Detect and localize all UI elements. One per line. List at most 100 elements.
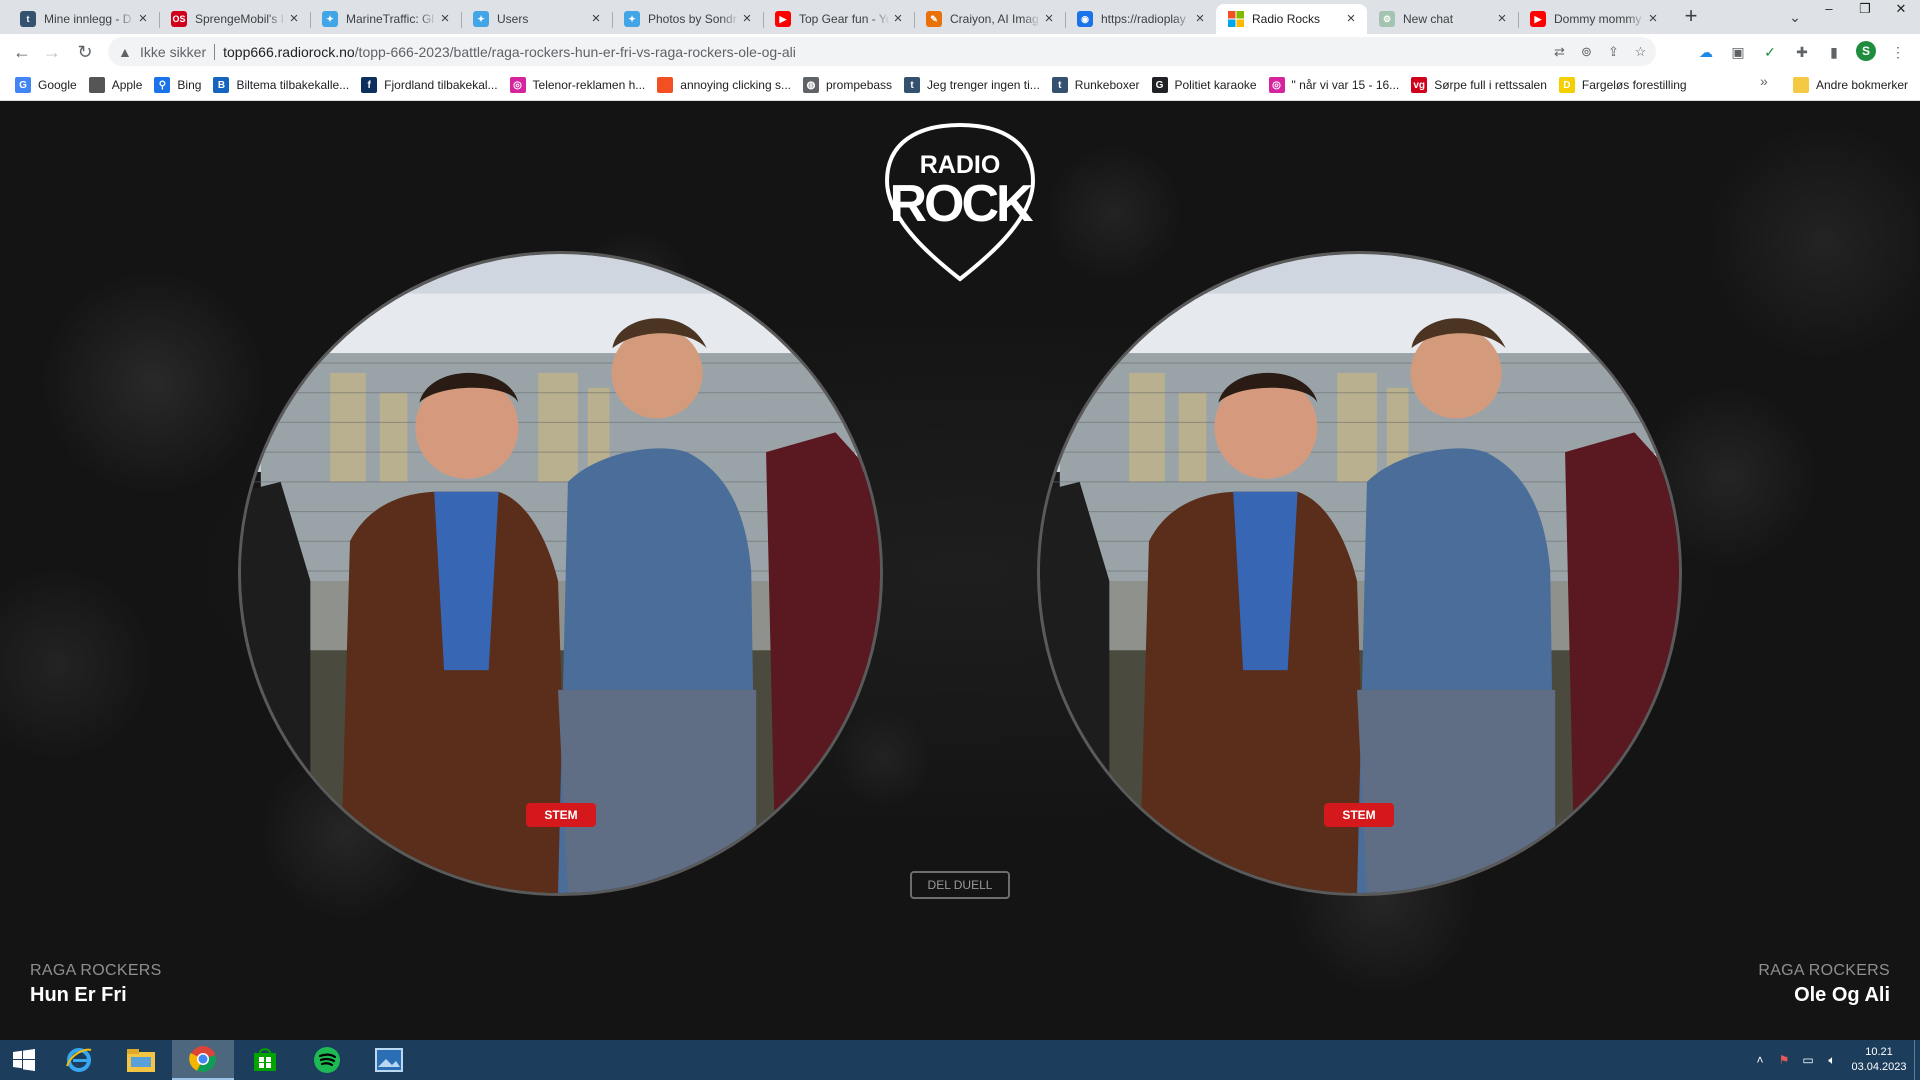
tumblr-icon: t <box>1051 77 1068 93</box>
bookmark-item[interactable]: ◎ Telenor-reklamen h... <box>508 73 652 97</box>
bookmark-label: Runkeboxer <box>1074 78 1140 92</box>
tab-close-icon[interactable]: × <box>1343 11 1359 27</box>
bookmark-item[interactable]: ◍ prompebass <box>801 73 898 97</box>
bookmark-label: Fargeløs forestilling <box>1581 78 1687 92</box>
back-icon[interactable]: ← <box>8 38 36 66</box>
start-button[interactable] <box>0 1040 48 1080</box>
store-icon[interactable] <box>234 1040 296 1080</box>
tab[interactable]: Radio Rocks × <box>1216 4 1367 34</box>
install-icon[interactable]: ⊚ <box>1577 42 1596 61</box>
bookmark-item[interactable]: t Jeg trenger ingen ti... <box>902 73 1046 97</box>
volume-icon[interactable]: 🔈︎ <box>1820 1053 1844 1068</box>
tab-close-icon[interactable]: × <box>286 11 302 27</box>
radio-rock-logo[interactable]: RADIO ROCK <box>883 121 1037 283</box>
network-icon[interactable]: ▭ <box>1796 1053 1820 1067</box>
tab-close-icon[interactable]: × <box>1494 11 1510 27</box>
other-bookmarks-folder[interactable]: Andre bokmerker <box>1793 73 1908 97</box>
feather-icon: ✦ <box>624 11 640 27</box>
url-host[interactable]: topp666.radiorock.no <box>223 44 355 60</box>
new-tab-button[interactable]: + <box>1677 3 1705 31</box>
warning-icon[interactable]: ▲ <box>118 44 134 60</box>
clock[interactable]: 10.21 03.04.2023 <box>1844 1045 1914 1075</box>
forward-icon[interactable]: → <box>38 38 66 66</box>
band-photo <box>241 254 880 893</box>
cloud-extension-icon[interactable]: ☁ <box>1696 42 1716 62</box>
show-hidden-icons-icon[interactable]: ˄ <box>1748 1053 1772 1067</box>
menu-kebab-icon[interactable]: ⋮ <box>1888 42 1908 62</box>
not-secure-label[interactable]: Ikke sikker <box>140 44 206 60</box>
left-song-title: Hun Er Fri <box>30 984 127 1006</box>
tab-title: New chat <box>1403 12 1454 26</box>
instagram-icon: ◎ <box>1268 77 1285 93</box>
tab-close-icon[interactable]: × <box>739 11 755 27</box>
internet-explorer-icon[interactable] <box>48 1040 110 1080</box>
profile-avatar[interactable]: S <box>1856 41 1876 61</box>
bookmark-label: prompebass <box>826 78 893 92</box>
db-icon: D <box>1558 77 1575 93</box>
tab-strip: t Mine innlegg - D × OS SprengeMobil's I × ✦ Ma… <box>0 0 1920 34</box>
maximize-button[interactable]: ❐ <box>1848 0 1882 20</box>
file-explorer-icon[interactable] <box>110 1040 172 1080</box>
bookmark-item[interactable]: t Runkeboxer <box>1050 73 1146 97</box>
tab[interactable]: ✦ Photos by Sondr × <box>612 4 763 34</box>
tab[interactable]: ✦ Users × <box>461 4 612 34</box>
action-center-flag-icon[interactable]: ⚑ <box>1772 1053 1796 1067</box>
tab-close-icon[interactable]: × <box>1192 11 1208 27</box>
bookmark-item[interactable]: B Biltema tilbakekalle... <box>211 73 355 97</box>
tab[interactable]: ◉ https://radioplay × <box>1065 4 1216 34</box>
tab-close-icon[interactable]: × <box>588 11 604 27</box>
globe-icon: ◍ <box>803 77 819 93</box>
bookmark-item[interactable]: ◎ " når vi var 15 - 16... <box>1267 73 1406 97</box>
url-path[interactable]: /topp-666-2023/battle/raga-rockers-hun-e… <box>355 44 796 60</box>
bookmark-item[interactable]: G Google <box>13 73 83 97</box>
bookmark-item[interactable]: G Politiet karaoke <box>1150 73 1263 97</box>
minimize-button[interactable]: – <box>1812 0 1846 20</box>
close-window-button[interactable]: ✕ <box>1884 0 1918 20</box>
microsoft-icon <box>657 77 674 93</box>
tab[interactable]: ▶ Dommy mommy × <box>1518 4 1669 34</box>
tab[interactable]: ✎ Craiyon, AI Imag × <box>914 4 1065 34</box>
vote-right-button[interactable]: STEM <box>1324 803 1394 827</box>
grammar-extension-icon[interactable]: ✓ <box>1760 42 1780 62</box>
bookmark-item[interactable]: ⚲ Bing <box>152 73 207 97</box>
bookmark-item[interactable]: Apple <box>87 73 149 97</box>
side-panel-icon[interactable]: ▮ <box>1824 42 1844 62</box>
tab-close-icon[interactable]: × <box>890 11 906 27</box>
os-extension-icon[interactable]: ▣ <box>1728 42 1748 62</box>
spotify-icon[interactable] <box>296 1040 358 1080</box>
vote-left-button[interactable]: STEM <box>526 803 596 827</box>
tab-close-icon[interactable]: × <box>135 11 151 27</box>
tab[interactable]: ✦ MarineTraffic: Gl × <box>310 4 461 34</box>
left-contestant-photo[interactable] <box>238 251 883 896</box>
bookmark-item[interactable]: f Fjordland tilbakekal... <box>359 73 503 97</box>
os-icon: OS <box>171 11 187 27</box>
google-icon: G <box>1151 77 1168 93</box>
left-artist: RAGA ROCKERS <box>30 962 162 979</box>
extensions-puzzle-icon[interactable]: ✚ <box>1792 42 1812 62</box>
tab-search-icon[interactable]: ⌄ <box>1782 4 1808 30</box>
bookmark-item[interactable]: annoying clicking s... <box>655 73 797 97</box>
tab-close-icon[interactable]: × <box>1041 11 1057 27</box>
bookmark-star-icon[interactable]: ☆ <box>1631 42 1650 61</box>
windows-icon <box>1228 11 1244 27</box>
tab[interactable]: ▶ Top Gear fun - Yo × <box>763 4 914 34</box>
tab[interactable]: t Mine innlegg - D × <box>8 4 159 34</box>
photos-app-icon[interactable] <box>358 1040 420 1080</box>
tab[interactable]: ⚙ New chat × <box>1367 4 1518 34</box>
more-bookmarks-icon[interactable]: » <box>1760 73 1768 89</box>
address-bar[interactable]: ▲ Ikke sikker topp666.radiorock.no/topp-… <box>108 37 1656 66</box>
tab[interactable]: OS SprengeMobil's I × <box>159 4 310 34</box>
translate-icon[interactable]: ⇄ <box>1550 42 1569 61</box>
tab-close-icon[interactable]: × <box>437 11 453 27</box>
share-duel-button[interactable]: DEL DUELL <box>910 871 1010 899</box>
show-desktop-button[interactable] <box>1914 1040 1920 1080</box>
bookmark-item[interactable]: vg Sørpe full i rettssalen <box>1409 73 1553 97</box>
right-contestant-photo[interactable] <box>1037 251 1682 896</box>
logo-line-2: ROCK <box>889 175 1034 233</box>
youtube-icon: ▶ <box>1530 11 1546 27</box>
bookmark-item[interactable]: D Fargeløs forestilling <box>1557 73 1693 97</box>
reload-icon[interactable]: ↻ <box>71 38 99 66</box>
share-icon[interactable]: ⇪ <box>1604 42 1623 61</box>
chrome-icon[interactable] <box>172 1040 234 1080</box>
tab-close-icon[interactable]: × <box>1645 11 1661 27</box>
